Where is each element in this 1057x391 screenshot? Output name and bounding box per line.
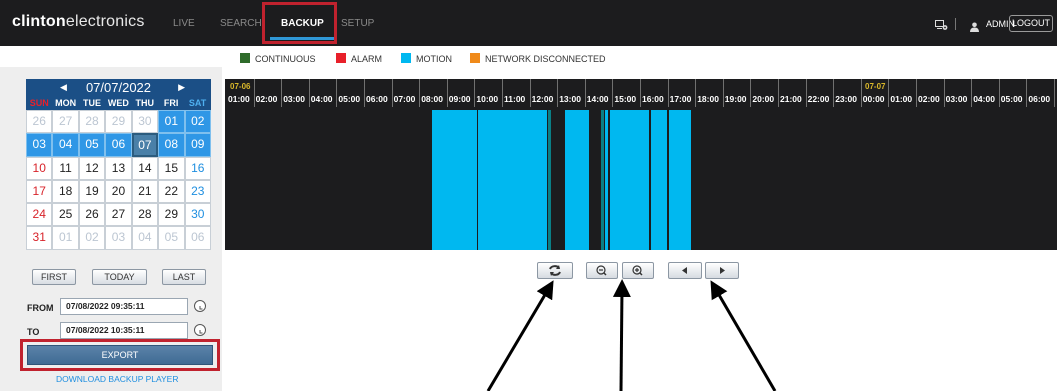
annotation-arrow-nav bbox=[710, 280, 777, 391]
annotation-arrow-zoom bbox=[612, 279, 631, 391]
annotation-arrows bbox=[486, 279, 777, 391]
annotation-arrow-refresh bbox=[486, 280, 554, 391]
backup-page: clintonelectronics LIVE SEARCH BACKUP SE… bbox=[0, 0, 1057, 391]
